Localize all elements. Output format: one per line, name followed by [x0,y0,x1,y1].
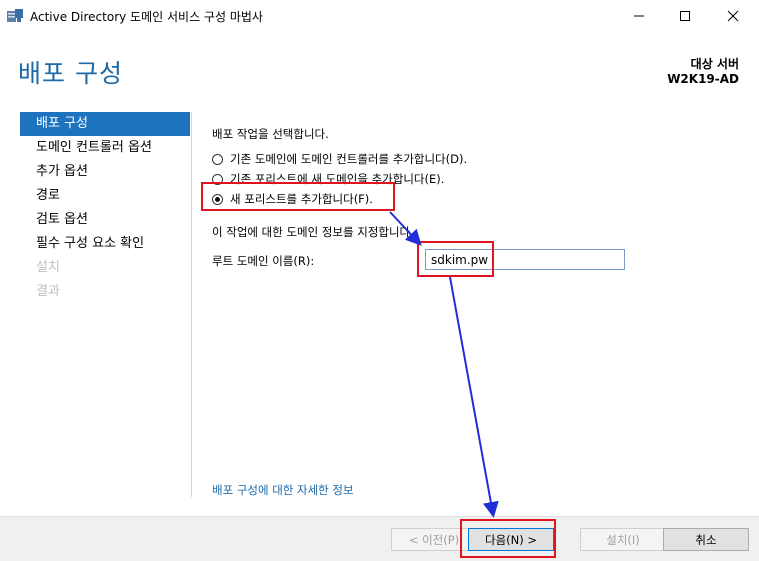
nav-item-results: 결과 [36,284,60,299]
maximize-icon [680,11,690,21]
previous-button: < 이전(P) [391,528,477,551]
arrow-to-next-button [449,276,499,518]
page-title: 배포 구성 [18,59,123,88]
maximize-button[interactable] [662,0,708,32]
option-label: 기존 포리스트에 새 도메인을 추가합니다(E). [230,172,445,186]
option-add-domain-existing-forest[interactable]: 기존 포리스트에 새 도메인을 추가합니다(E). [212,171,444,187]
install-button: 설치(I) [580,528,666,551]
radio-button[interactable] [212,153,223,165]
nav-item-dc-options[interactable]: 도메인 컨트롤러 옵션 [20,136,190,160]
next-button[interactable]: 다음(N) > [468,528,554,551]
nav-item-installation: 설치 [36,260,60,275]
option-add-new-forest[interactable]: 새 포리스트를 추가합니다(F). [212,191,373,207]
nav-item-paths[interactable]: 경로 [20,184,190,208]
sidebar-divider [191,112,192,497]
close-button[interactable] [710,0,756,32]
radio-button-selected[interactable] [212,193,223,205]
nav-item-review-options[interactable]: 검토 옵션 [20,208,190,232]
nav-item-prerequisites-check[interactable]: 필수 구성 요소 확인 [20,232,190,256]
server-tool-icon [7,9,23,22]
minimize-button[interactable] [616,0,662,32]
nav-item-additional-options[interactable]: 추가 옵션 [20,160,190,184]
target-server-name: W2K19-AD [667,72,739,86]
minimize-icon [634,15,644,17]
deployment-prompt: 배포 작업을 선택합니다. [212,127,329,141]
option-add-dc-existing-domain[interactable]: 기존 도메인에 도메인 컨트롤러를 추가합니다(D). [212,151,467,167]
title-bar: Active Directory 도메인 서비스 구성 마법사 [0,0,759,32]
close-icon [727,10,739,22]
window-title: Active Directory 도메인 서비스 구성 마법사 [30,10,263,24]
option-label: 새 포리스트를 추가합니다(F). [230,192,373,206]
cancel-button[interactable]: 취소 [663,528,749,551]
domain-info-text: 이 작업에 대한 도메인 정보를 지정합니다. [212,225,414,239]
radio-button[interactable] [212,173,223,185]
nav-item-deployment-config[interactable]: 배포 구성 [20,112,190,136]
root-domain-input[interactable] [425,249,625,270]
target-server-label: 대상 서버 [690,57,739,71]
option-label: 기존 도메인에 도메인 컨트롤러를 추가합니다(D). [230,152,468,166]
more-info-link[interactable]: 배포 구성에 대한 자세한 정보 [212,482,354,498]
root-domain-label: 루트 도메인 이름(R): [212,254,315,268]
wizard-steps-nav: 배포 구성 도메인 컨트롤러 옵션 추가 옵션 경로 검토 옵션 필수 구성 요… [20,112,190,304]
